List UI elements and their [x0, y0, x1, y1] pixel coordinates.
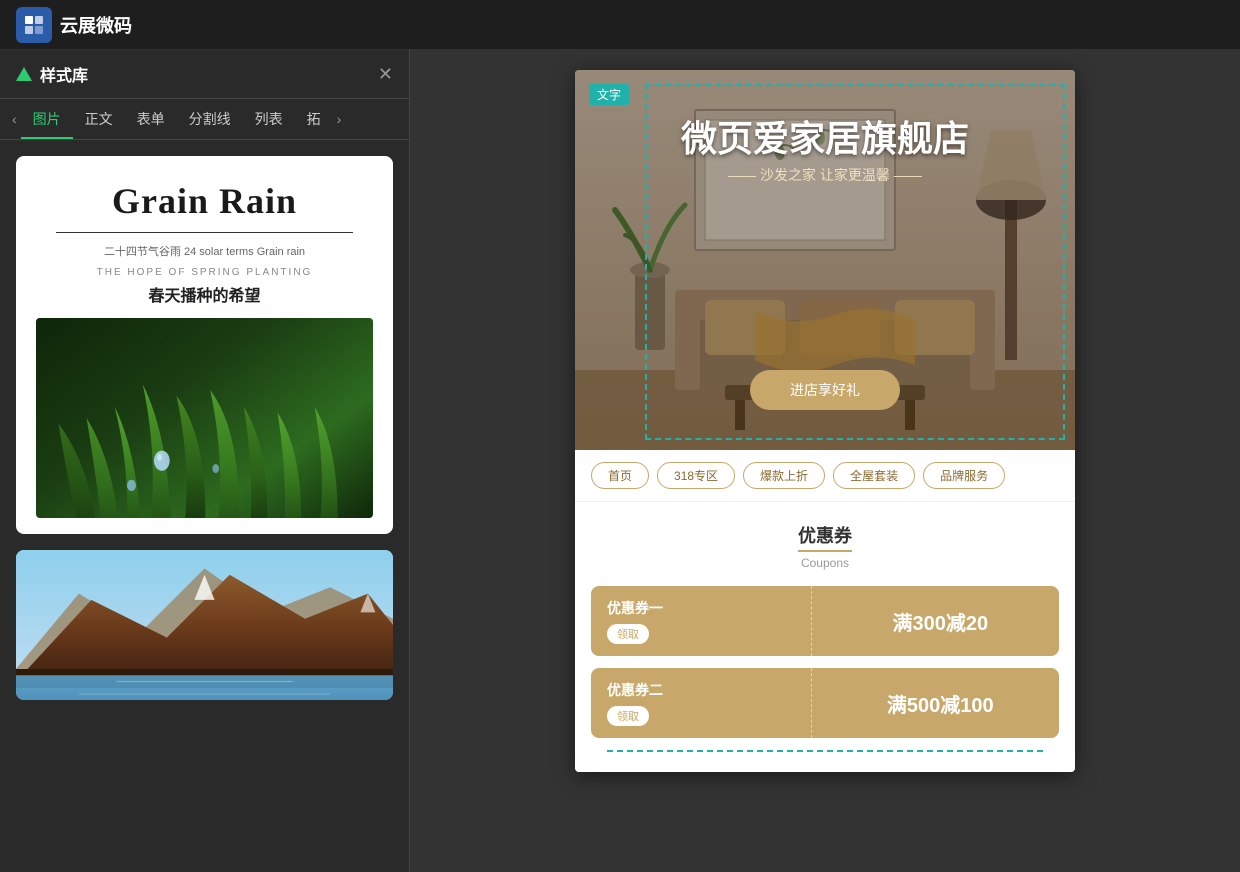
- card-hope-en: THE HOPE OF SPRING PLANTING: [36, 267, 373, 278]
- main-layout: 样式库 ✕ ‹ 图片 正文 表单 分割线 列表 拓 ›: [0, 50, 1240, 872]
- card-hope-cn: 春天播种的希望: [36, 282, 373, 306]
- coupon-receive-btn-2[interactable]: 领取: [607, 706, 649, 726]
- left-panel: 样式库 ✕ ‹ 图片 正文 表单 分割线 列表 拓 ›: [0, 50, 410, 872]
- coupon-divider-1: [802, 586, 822, 656]
- tab-text[interactable]: 正文: [73, 99, 125, 139]
- coupon-heading: 优惠券: [798, 522, 852, 552]
- tab-list[interactable]: 列表: [243, 99, 295, 139]
- panel-title-area: 样式库: [16, 62, 88, 86]
- panel-close-button[interactable]: ✕: [378, 64, 393, 85]
- coupon-name-1: 优惠券一: [607, 598, 786, 618]
- tab-image[interactable]: 图片: [21, 99, 73, 139]
- coupon-left-2: 优惠券二 领取: [591, 668, 802, 738]
- top-bar: 云展微码: [0, 0, 1240, 50]
- mobile-preview: 文字 微页爱家居旗舰店 —— 沙发之家 让家更温馨 —— 进店享好礼 首页 31…: [575, 70, 1075, 772]
- nav-tabs: 首页 318专区 爆款上折 全屋套装 品牌服务: [575, 450, 1075, 502]
- tabs-navigation: ‹ 图片 正文 表单 分割线 列表 拓 ›: [0, 99, 409, 140]
- triangle-icon: [16, 67, 32, 81]
- nav-tab-suite[interactable]: 全屋套装: [833, 462, 915, 489]
- preview-image-mountain: [16, 550, 393, 700]
- tab-form[interactable]: 表单: [125, 99, 177, 139]
- coupon-left-1: 优惠券一 领取: [591, 586, 802, 656]
- tab-right-arrow[interactable]: ›: [333, 103, 346, 135]
- panel-content: Grain Rain 二十四节气谷雨 24 solar terms Grain …: [0, 140, 409, 872]
- right-panel: 文字 微页爱家居旗舰店 —— 沙发之家 让家更温馨 —— 进店享好礼 首页 31…: [410, 50, 1240, 872]
- nav-tab-318[interactable]: 318专区: [657, 462, 735, 489]
- tab-left-arrow[interactable]: ‹: [8, 103, 21, 135]
- card-image-grass: [36, 318, 373, 518]
- coupon-card-1: 优惠券一 领取 满300减20: [591, 586, 1059, 656]
- card-divider: [56, 232, 353, 233]
- hero-title: 微页爱家居旗舰店: [575, 110, 1075, 162]
- coupon-sub: Coupons: [591, 556, 1059, 570]
- coupon-card-2: 优惠券二 领取 满500减100: [591, 668, 1059, 738]
- coupon-name-2: 优惠券二: [607, 680, 786, 700]
- tab-divider[interactable]: 分割线: [177, 99, 243, 139]
- coupon-receive-btn-1[interactable]: 领取: [607, 624, 649, 644]
- bottom-dashed-line: [607, 750, 1043, 752]
- logo-area: 云展微码: [16, 7, 132, 43]
- text-badge: 文字: [589, 84, 629, 105]
- hero-cta-button[interactable]: 进店享好礼: [750, 370, 900, 410]
- hero-section: 文字 微页爱家居旗舰店 —— 沙发之家 让家更温馨 —— 进店享好礼: [575, 70, 1075, 450]
- nav-tab-brand[interactable]: 品牌服务: [923, 462, 1005, 489]
- nav-tab-hot[interactable]: 爆款上折: [743, 462, 825, 489]
- coupon-right-2: 满500减100: [822, 668, 1059, 738]
- style-card-mountain[interactable]: [16, 550, 393, 700]
- coupon-divider-2: [802, 668, 822, 738]
- card-title: Grain Rain: [36, 180, 373, 222]
- tab-extra[interactable]: 拓: [295, 99, 333, 139]
- panel-header: 样式库 ✕: [0, 50, 409, 99]
- hero-subtitle: —— 沙发之家 让家更温馨 ——: [575, 165, 1075, 185]
- coupon-right-1: 满300减20: [822, 586, 1059, 656]
- panel-title: 样式库: [40, 62, 88, 86]
- coupon-amount-1: 满300减20: [892, 607, 988, 636]
- coupon-heading-wrap: 优惠券: [591, 522, 1059, 552]
- logo-text: 云展微码: [60, 12, 132, 38]
- card-subtitle: 二十四节气谷雨 24 solar terms Grain rain: [36, 243, 373, 259]
- coupon-amount-2: 满500减100: [887, 689, 994, 718]
- logo-icon: [16, 7, 52, 43]
- nav-tab-home[interactable]: 首页: [591, 462, 649, 489]
- coupon-section: 优惠券 Coupons 优惠券一 领取 满300减20: [575, 502, 1075, 772]
- style-card-grain-rain[interactable]: Grain Rain 二十四节气谷雨 24 solar terms Grain …: [16, 156, 393, 534]
